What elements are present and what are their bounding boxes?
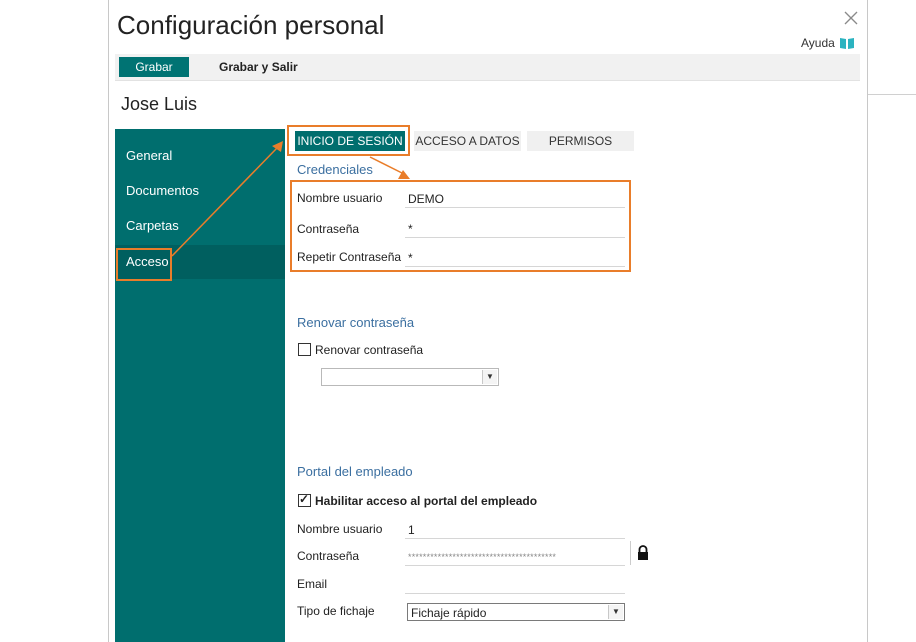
annotation-arrows [171,141,410,257]
